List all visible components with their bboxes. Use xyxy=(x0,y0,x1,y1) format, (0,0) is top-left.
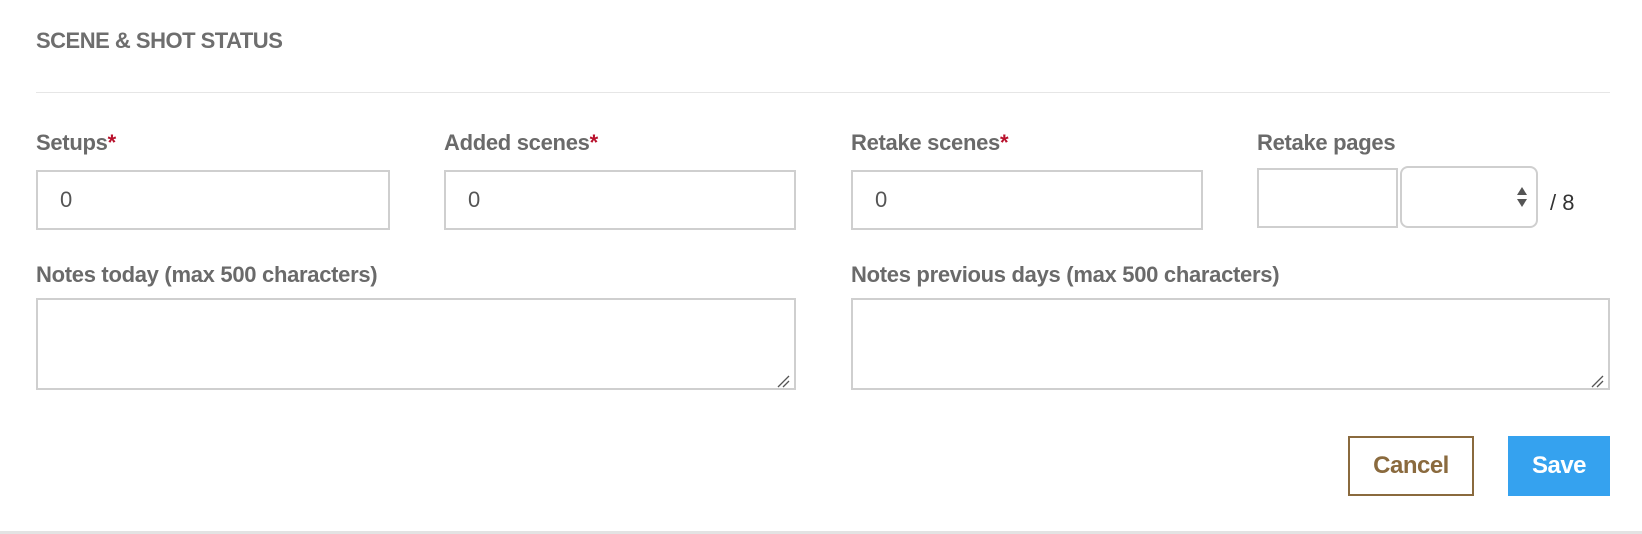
required-asterisk: * xyxy=(999,130,1009,155)
added-scenes-label-text: Added scenes xyxy=(444,130,590,155)
notes-previous-label: Notes previous days (max 500 characters) xyxy=(851,262,1280,287)
retake-scenes-input[interactable] xyxy=(851,170,1203,230)
up-down-arrows-icon[interactable] xyxy=(1516,185,1528,209)
retake-pages-label: Retake pages xyxy=(1257,130,1396,155)
notes-previous-textarea[interactable] xyxy=(851,298,1610,390)
setups-label: Setups* xyxy=(36,130,116,156)
required-asterisk: * xyxy=(107,130,117,155)
added-scenes-label: Added scenes* xyxy=(444,130,598,156)
added-scenes-input[interactable] xyxy=(444,170,796,230)
save-button[interactable]: Save xyxy=(1508,436,1610,496)
retake-pages-fraction-suffix: / 8 xyxy=(1550,190,1575,215)
retake-pages-whole-input[interactable] xyxy=(1257,168,1398,228)
notes-today-textarea[interactable] xyxy=(36,298,796,390)
retake-scenes-label: Retake scenes* xyxy=(851,130,1009,156)
resize-grip-icon[interactable] xyxy=(1590,374,1604,388)
required-asterisk: * xyxy=(589,130,599,155)
retake-pages-eighths-stepper[interactable] xyxy=(1400,166,1538,228)
notes-today-label: Notes today (max 500 characters) xyxy=(36,262,378,287)
cancel-button[interactable]: Cancel xyxy=(1348,436,1474,496)
setups-label-text: Setups xyxy=(36,130,108,155)
retake-scenes-label-text: Retake scenes xyxy=(851,130,1000,155)
resize-grip-icon[interactable] xyxy=(776,374,790,388)
scene-shot-status-panel: SCENE & SHOT STATUS Setups* Added scenes… xyxy=(0,0,1642,534)
section-divider xyxy=(36,92,1610,93)
setups-input[interactable] xyxy=(36,170,390,230)
section-title: SCENE & SHOT STATUS xyxy=(36,28,283,53)
